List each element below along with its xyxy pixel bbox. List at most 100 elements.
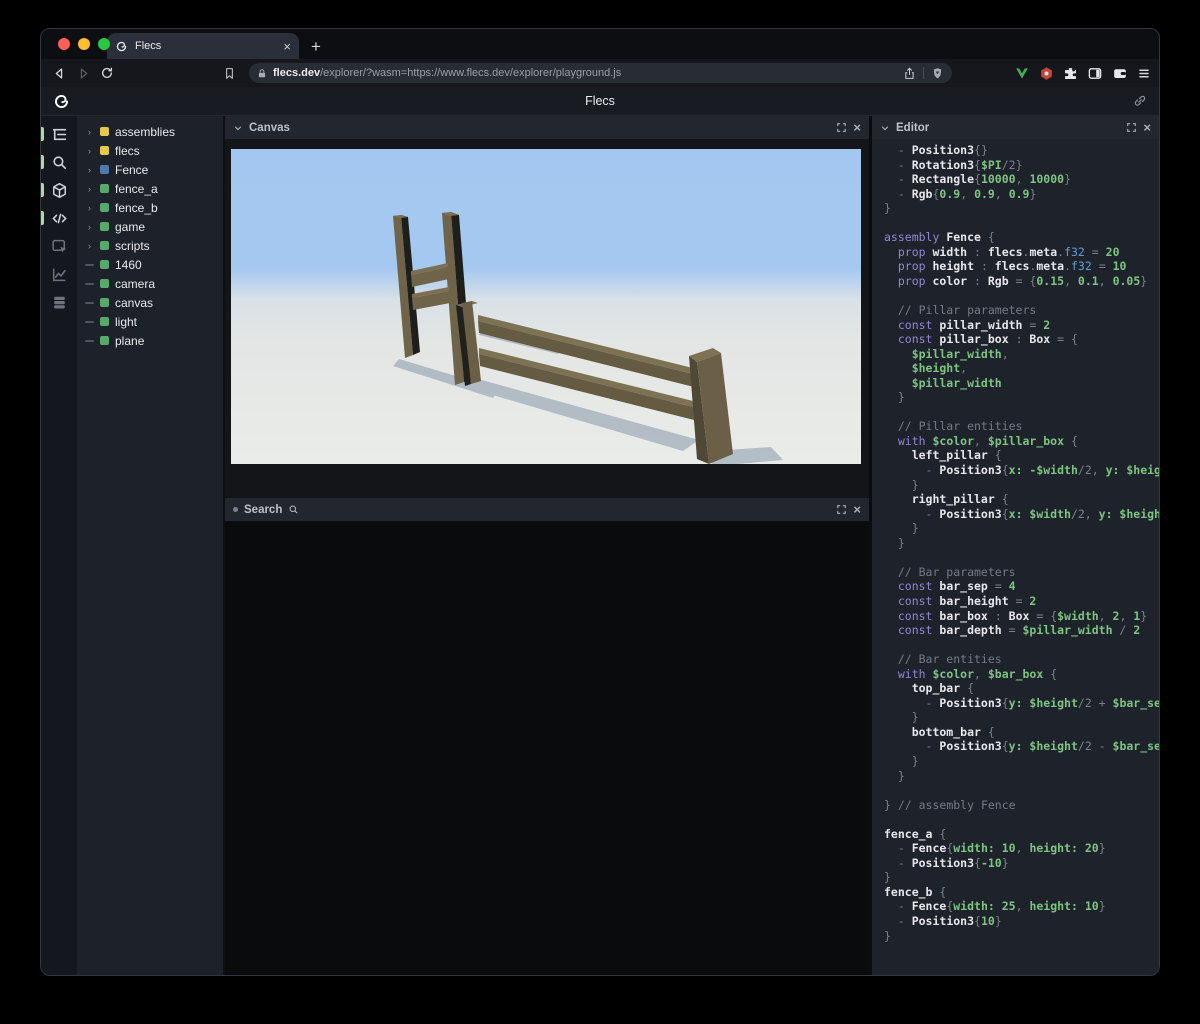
tree-item-scripts[interactable]: › scripts	[77, 236, 223, 255]
strip-button-inspector-icon[interactable]	[41, 234, 77, 259]
vue-devtools-extension-icon[interactable]	[1014, 65, 1030, 81]
tree-item-1460[interactable]: 1460	[77, 255, 223, 274]
chevron-down-icon[interactable]	[233, 123, 243, 133]
script-editor[interactable]: - Position3{} - Rotation3{$PI/2} - Recta…	[872, 139, 1159, 975]
share-link-icon[interactable]	[1133, 94, 1147, 108]
expand-chevron-icon[interactable]: ›	[85, 165, 94, 175]
canvas-panel-title: Canvas	[249, 121, 290, 134]
entity-color-swatch	[100, 241, 109, 250]
canvas-3d-viewport[interactable]	[225, 139, 869, 498]
entity-color-swatch	[100, 146, 109, 155]
data-tables-icon	[53, 296, 65, 309]
tree-item-label: fence_a	[115, 181, 158, 196]
browser-menu-icon[interactable]	[1137, 67, 1151, 80]
fullscreen-icon[interactable]	[836, 504, 847, 515]
strip-button-scene-cube-icon[interactable]	[41, 178, 77, 203]
strip-button-code-editor-icon[interactable]	[41, 206, 77, 231]
tree-item-label: plane	[115, 333, 145, 348]
expand-chevron-icon[interactable]: ›	[85, 222, 94, 232]
tab-close-icon[interactable]: ×	[283, 40, 291, 53]
expand-chevron-icon[interactable]: ›	[85, 146, 94, 156]
strip-button-search-icon[interactable]	[41, 150, 77, 175]
close-panel-icon[interactable]: ×	[1143, 121, 1151, 134]
tree-item-canvas[interactable]: canvas	[77, 293, 223, 312]
tree-item-camera[interactable]: camera	[77, 274, 223, 293]
minimize-window-button[interactable]	[78, 38, 90, 50]
entity-color-swatch	[100, 184, 109, 193]
tree-item-label: scripts	[115, 238, 150, 253]
expand-chevron-icon[interactable]: ›	[85, 241, 94, 251]
page-title: Flecs	[585, 94, 615, 108]
tree-item-flecs[interactable]: › flecs	[77, 141, 223, 160]
tree-item-fence_b[interactable]: › fence_b	[77, 198, 223, 217]
search-icon	[288, 504, 299, 515]
bookmark-icon[interactable]	[217, 67, 241, 80]
reload-button[interactable]	[95, 66, 119, 80]
flecs-logo-icon[interactable]	[53, 93, 70, 110]
code-editor-icon	[51, 213, 67, 224]
tree-connector	[85, 320, 94, 323]
app-header: Flecs	[41, 87, 1159, 116]
tab-title: Flecs	[135, 40, 162, 52]
back-button[interactable]	[47, 66, 71, 81]
search-panel-body[interactable]	[225, 521, 869, 975]
expand-chevron-icon[interactable]: ›	[85, 127, 94, 137]
tree-connector	[85, 263, 94, 266]
tab-strip: Flecs × +	[41, 29, 1159, 59]
url-path: /explorer/?wasm=https://www.flecs.dev/ex…	[320, 67, 622, 79]
divider	[923, 67, 924, 79]
entity-color-swatch	[100, 298, 109, 307]
entity-tree-icon	[52, 128, 66, 141]
browser-window: Flecs × + flecs.dev/explorer/?wasm=https…	[40, 28, 1160, 976]
strip-button-stats-chart-icon[interactable]	[41, 262, 77, 287]
entity-color-swatch	[100, 165, 109, 174]
active-indicator	[41, 155, 44, 169]
active-indicator	[41, 183, 44, 197]
entity-color-swatch	[100, 336, 109, 345]
tree-item-fence_a[interactable]: › fence_a	[77, 179, 223, 198]
tree-connector	[85, 301, 94, 304]
tree-item-plane[interactable]: plane	[77, 331, 223, 350]
address-bar[interactable]: flecs.dev/explorer/?wasm=https://www.fle…	[249, 63, 952, 83]
close-panel-icon[interactable]: ×	[853, 121, 861, 134]
strip-button-entity-tree-icon[interactable]	[41, 122, 77, 147]
active-indicator	[41, 211, 44, 225]
tree-connector	[85, 339, 94, 342]
extensions-puzzle-icon[interactable]	[1063, 66, 1078, 81]
close-window-button[interactable]	[58, 38, 70, 50]
tree-item-label: 1460	[115, 257, 142, 272]
left-icon-strip	[41, 116, 77, 975]
entity-color-swatch	[100, 127, 109, 136]
browser-tab[interactable]: Flecs ×	[107, 33, 299, 59]
red-extension-icon[interactable]	[1039, 66, 1054, 81]
tree-item-label: game	[115, 219, 146, 234]
tree-item-light[interactable]: light	[77, 312, 223, 331]
close-panel-icon[interactable]: ×	[853, 503, 861, 516]
sidebar-toggle-icon[interactable]	[1087, 66, 1103, 81]
forward-button[interactable]	[71, 66, 95, 81]
tree-item-label: assemblies	[115, 124, 176, 139]
expand-chevron-icon[interactable]: ›	[85, 203, 94, 213]
tree-item-label: Fence	[115, 162, 149, 177]
zoom-window-button[interactable]	[98, 38, 110, 50]
tree-item-Fence[interactable]: › Fence	[77, 160, 223, 179]
chevron-down-icon[interactable]	[880, 123, 890, 133]
stats-chart-icon	[52, 268, 66, 282]
inspector-icon	[51, 239, 66, 253]
fullscreen-icon[interactable]	[1126, 122, 1137, 133]
tree-item-label: camera	[115, 276, 156, 291]
tree-item-game[interactable]: › game	[77, 217, 223, 236]
tree-item-assemblies[interactable]: › assemblies	[77, 122, 223, 141]
entity-tree-sidebar: › assemblies › flecs › Fence › fence_a › fence_b ›…	[77, 116, 223, 975]
new-tab-button[interactable]: +	[311, 38, 321, 55]
fullscreen-icon[interactable]	[836, 122, 847, 133]
editor-code-text[interactable]: - Position3{} - Rotation3{$PI/2} - Recta…	[872, 139, 1159, 943]
strip-button-data-tables-icon[interactable]	[41, 290, 77, 315]
expand-chevron-icon[interactable]: ›	[85, 184, 94, 194]
panel-bullet-icon[interactable]	[233, 507, 238, 512]
search-panel-header: Search ×	[225, 498, 869, 521]
share-icon[interactable]	[903, 67, 916, 80]
brave-shield-icon[interactable]	[931, 67, 944, 80]
scene-cube-icon	[52, 182, 66, 199]
wallet-icon[interactable]	[1112, 66, 1128, 81]
